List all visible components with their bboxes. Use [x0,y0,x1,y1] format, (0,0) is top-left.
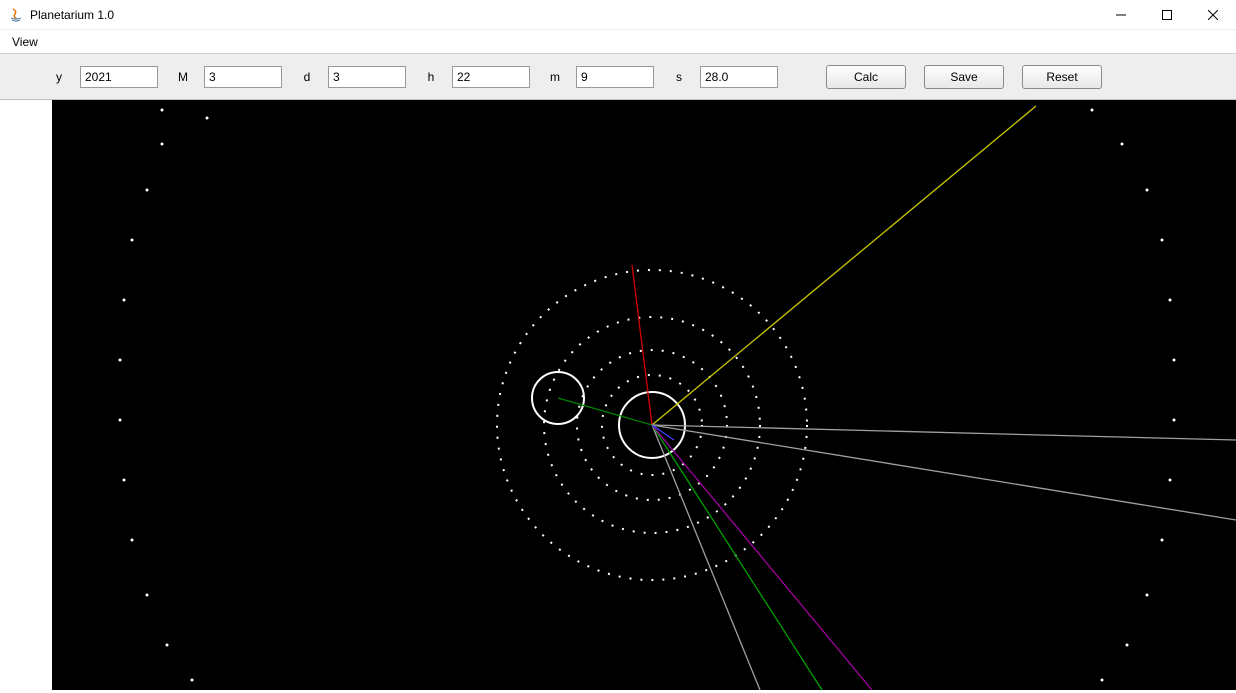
label-day: d [298,70,316,84]
canvas-area [0,100,1236,693]
label-year: y [50,70,68,84]
input-hour[interactable] [452,66,530,88]
label-second: s [670,70,688,84]
input-day[interactable] [328,66,406,88]
close-button[interactable] [1190,0,1236,29]
input-month[interactable] [204,66,282,88]
date-time-toolbar: y M d h m s Calc Save Reset [0,54,1236,100]
window-title: Planetarium 1.0 [30,8,1098,22]
planetarium-canvas[interactable] [52,100,1236,690]
save-button[interactable]: Save [924,65,1004,89]
menu-view[interactable]: View [6,33,44,51]
label-month: M [174,70,192,84]
titlebar: Planetarium 1.0 [0,0,1236,30]
input-year[interactable] [80,66,158,88]
java-icon [8,7,24,23]
input-second[interactable] [700,66,778,88]
window-controls [1098,0,1236,29]
menubar: View [0,30,1236,54]
input-minute[interactable] [576,66,654,88]
label-minute: m [546,70,564,84]
minimize-button[interactable] [1098,0,1144,29]
label-hour: h [422,70,440,84]
calc-button[interactable]: Calc [826,65,906,89]
reset-button[interactable]: Reset [1022,65,1102,89]
maximize-button[interactable] [1144,0,1190,29]
